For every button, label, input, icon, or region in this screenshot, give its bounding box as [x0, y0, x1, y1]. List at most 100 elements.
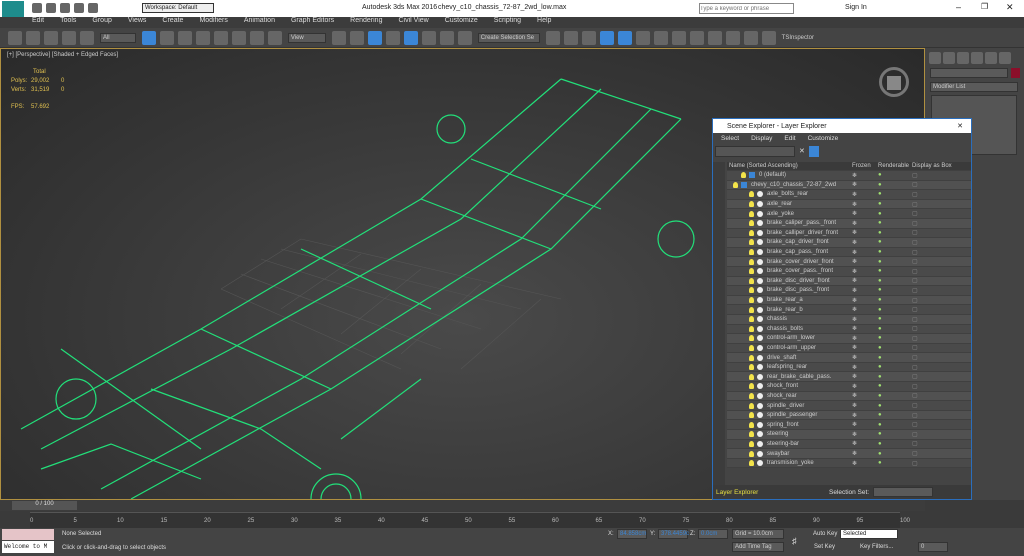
lightbulb-icon[interactable]: [749, 191, 754, 198]
tree-row[interactable]: brake_cap_driver_front ❄ ● ▢: [727, 238, 971, 248]
tree-row[interactable]: axle_bolts_rear ❄ ● ▢: [727, 190, 971, 200]
frozen-icon[interactable]: ❄: [852, 229, 878, 236]
frozen-icon[interactable]: ❄: [852, 344, 878, 351]
schematic-view-icon[interactable]: [653, 31, 668, 45]
renderable-teapot-icon[interactable]: ●: [878, 412, 912, 418]
tree-row[interactable]: chassis_bolts ❄ ● ▢: [727, 324, 971, 335]
material-editor-icon[interactable]: [671, 31, 686, 45]
lightbulb-icon[interactable]: [749, 258, 754, 265]
se-menu-customize[interactable]: Customize: [808, 135, 839, 142]
lightbulb-icon[interactable]: [749, 268, 754, 275]
track-bar[interactable]: 0 5 10 15 20 25 30 35 40 45 50 55 60 65 70 75 80 85 90 95 10…: [30, 512, 910, 528]
save-icon[interactable]: [60, 3, 70, 13]
object-name-field[interactable]: [930, 68, 1008, 78]
find-input[interactable]: [715, 146, 795, 157]
tree-row[interactable]: transmision_yoke ❄ ● ▢: [727, 458, 971, 469]
frozen-icon[interactable]: ❄: [852, 450, 878, 457]
tree-row[interactable]: brake_rear_a ❄ ● ▢: [727, 295, 971, 306]
select-by-name-icon[interactable]: [159, 31, 174, 45]
link-icon[interactable]: [44, 31, 58, 45]
renderable-teapot-icon[interactable]: ●: [878, 182, 912, 188]
search-input[interactable]: [699, 3, 794, 14]
lightbulb-icon[interactable]: [749, 373, 754, 380]
create-tab-icon[interactable]: [929, 52, 941, 64]
renderable-teapot-icon[interactable]: ●: [878, 268, 912, 274]
display-as-box-icon[interactable]: ▢: [912, 431, 918, 438]
frozen-icon[interactable]: ❄: [852, 460, 878, 467]
tree-row[interactable]: chevy_c10_chassis_72-87_2wd ❄ ● ▢: [727, 180, 971, 191]
snap-icon[interactable]: [385, 31, 400, 45]
display-as-box-icon[interactable]: ▢: [912, 210, 918, 217]
tree-row[interactable]: brake_disc_pass._front ❄ ● ▢: [727, 286, 971, 296]
tree-row[interactable]: brake_cover_pass._front ❄ ● ▢: [727, 266, 971, 277]
frozen-icon[interactable]: ❄: [852, 412, 878, 419]
clear-find-icon[interactable]: ✕: [799, 147, 805, 155]
frozen-icon[interactable]: ❄: [852, 316, 878, 323]
minimize-button[interactable]: –: [956, 2, 961, 12]
display-as-box-icon[interactable]: ▢: [912, 325, 918, 332]
frozen-icon[interactable]: ❄: [852, 440, 878, 447]
key-filters-button[interactable]: Key Filters...: [860, 544, 893, 550]
menu-animation[interactable]: Animation: [244, 17, 275, 24]
z-coord-field[interactable]: 0.0cm: [698, 529, 728, 539]
tree-row[interactable]: leafspring_rear ❄ ● ▢: [727, 362, 971, 373]
lightbulb-icon[interactable]: [749, 344, 754, 351]
display-as-box-icon[interactable]: ▢: [912, 335, 918, 342]
set-key-button[interactable]: Set Key: [814, 544, 835, 550]
renderable-teapot-icon[interactable]: ●: [878, 249, 912, 255]
modifier-list-dropdown[interactable]: Modifier List: [930, 82, 1018, 92]
unlink-icon[interactable]: [62, 31, 76, 45]
display-as-box-icon[interactable]: ▢: [912, 258, 918, 265]
frozen-icon[interactable]: ❄: [852, 172, 878, 179]
menu-tools[interactable]: Tools: [60, 17, 76, 24]
frozen-icon[interactable]: ❄: [852, 383, 878, 390]
column-renderable[interactable]: Renderable: [878, 163, 912, 169]
renderable-teapot-icon[interactable]: ●: [878, 211, 912, 217]
renderable-teapot-icon[interactable]: ●: [878, 316, 912, 322]
workspace-dropdown[interactable]: Workspace: Default: [142, 3, 214, 13]
frozen-icon[interactable]: ❄: [852, 392, 878, 399]
display-as-box-icon[interactable]: ▢: [912, 306, 918, 313]
render-icon[interactable]: [725, 31, 740, 45]
tree-row[interactable]: brake_rear_b ❄ ● ▢: [727, 305, 971, 315]
menu-rendering[interactable]: Rendering: [350, 17, 382, 24]
lightbulb-icon[interactable]: [749, 297, 754, 304]
frozen-icon[interactable]: ❄: [852, 201, 878, 208]
manipulate-icon[interactable]: [349, 31, 364, 45]
frozen-icon[interactable]: ❄: [852, 297, 878, 304]
display-as-box-icon[interactable]: ▢: [912, 344, 918, 351]
renderable-teapot-icon[interactable]: ●: [878, 201, 912, 207]
display-tab-icon[interactable]: [985, 52, 997, 64]
percent-snap-icon[interactable]: [421, 31, 436, 45]
select-object-icon[interactable]: [141, 31, 156, 45]
lightbulb-icon[interactable]: [749, 316, 754, 323]
tree-row[interactable]: rear_brake_cable_pass. ❄ ● ▢: [727, 372, 971, 383]
selection-filter-dropdown[interactable]: All: [99, 33, 136, 43]
key-mode-dropdown[interactable]: Selected: [840, 529, 898, 539]
lightbulb-icon[interactable]: [749, 402, 754, 409]
rect-selection-icon[interactable]: [177, 31, 192, 45]
se-menu-edit[interactable]: Edit: [784, 135, 795, 142]
tree-row[interactable]: brake_cover_driver_front ❄ ● ▢: [727, 257, 971, 267]
frozen-icon[interactable]: ❄: [852, 277, 878, 284]
renderable-teapot-icon[interactable]: ●: [878, 403, 912, 409]
lightbulb-icon[interactable]: [749, 306, 754, 313]
display-as-box-icon[interactable]: ▢: [912, 229, 918, 236]
frozen-icon[interactable]: ❄: [852, 364, 878, 371]
frozen-icon[interactable]: ❄: [852, 402, 878, 409]
tree-row[interactable]: steering-bar ❄ ● ▢: [727, 439, 971, 450]
tree-row[interactable]: spindle_driver ❄ ● ▢: [727, 401, 971, 411]
maxscript-mini-listener[interactable]: Welcome to M: [2, 541, 54, 553]
display-as-box-icon[interactable]: ▢: [912, 383, 918, 390]
auto-key-button[interactable]: Auto Key: [813, 531, 837, 537]
menu-group[interactable]: Group: [92, 17, 111, 24]
tree-row[interactable]: chassis ❄ ● ▢: [727, 314, 971, 325]
add-time-tag[interactable]: Add Time Tag: [732, 542, 784, 552]
renderable-teapot-icon[interactable]: ●: [878, 374, 912, 380]
menu-create[interactable]: Create: [162, 17, 183, 24]
menu-customize[interactable]: Customize: [445, 17, 478, 24]
move-icon[interactable]: [213, 31, 228, 45]
tree-row[interactable]: brake_cap_pass._front ❄ ● ▢: [727, 247, 971, 258]
tree-row[interactable]: axle_rear ❄ ● ▢: [727, 199, 971, 210]
lightbulb-icon[interactable]: [749, 277, 754, 284]
